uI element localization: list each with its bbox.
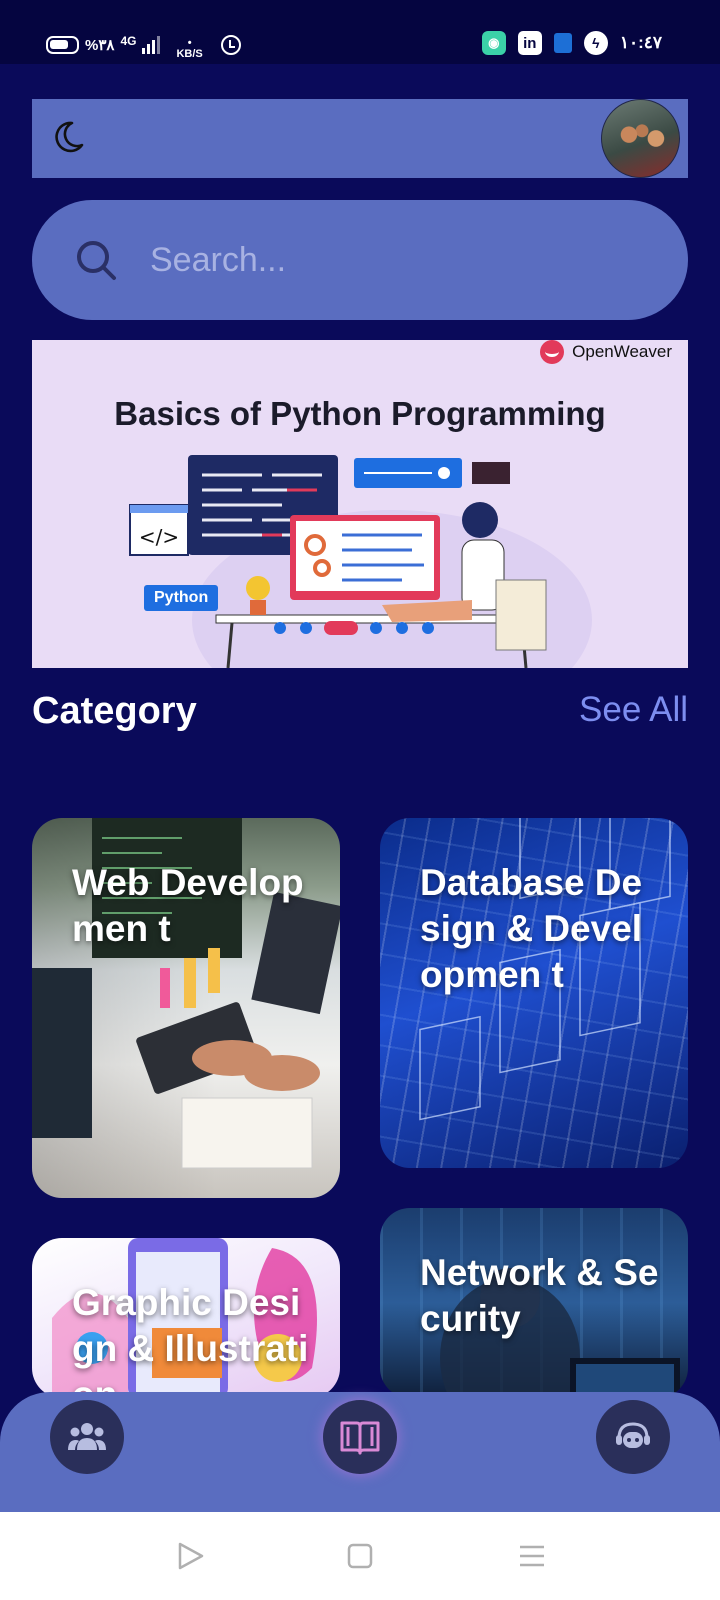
programming-illustration: </> (129, 455, 592, 668)
network-type: 4G (120, 34, 137, 48)
category-card-database[interactable]: Database Design & Developmen t (380, 818, 688, 1168)
status-left: %٣٨ 4G • KB/S (46, 30, 241, 60)
network-speed: • KB/S (176, 37, 203, 60)
community-icon (68, 1423, 106, 1450)
search-icon (77, 241, 116, 280)
community-button[interactable] (50, 1400, 124, 1474)
messenger-icon: ϟ (583, 31, 608, 55)
shield-app-icon (553, 33, 572, 53)
moon-icon[interactable] (50, 119, 86, 155)
category-label: Graphic Design & Illustration (72, 1282, 309, 1398)
battery-icon (46, 36, 79, 54)
linkedin-icon: in (517, 31, 542, 55)
search-input[interactable] (150, 232, 630, 288)
status-bar: %٣٨ 4G • KB/S ◉ in ϟ ١٠:٤٧ (0, 0, 720, 64)
python-badge: Python (144, 585, 219, 611)
alarm-icon (220, 35, 241, 55)
category-title: Category (32, 690, 197, 732)
clock: ١٠:٤٧ (619, 33, 662, 52)
openweaver-logo-icon (540, 340, 565, 364)
library-icon (340, 1421, 380, 1455)
back-icon[interactable] (174, 1540, 206, 1572)
menu-icon[interactable] (516, 1540, 548, 1572)
library-button[interactable] (323, 1400, 397, 1474)
chat-app-icon: ◉ (481, 31, 506, 55)
category-card-graphic-design[interactable]: Graphic Design & Illustration (32, 1238, 340, 1398)
status-right: ◉ in ϟ ١٠:٤٧ (481, 31, 662, 55)
search-bar[interactable] (32, 200, 688, 320)
category-label: Database Design & Developmen t (420, 862, 643, 995)
category-label: Web Developmen t (72, 862, 304, 949)
signal-icon (142, 36, 161, 54)
assistant-button[interactable] (596, 1400, 670, 1474)
banner-title: Basics of Python Programming (114, 395, 606, 432)
brand-name: OpenWeaver (572, 342, 672, 361)
promo-banner[interactable]: OpenWeaver Basics of Python Programming … (32, 340, 688, 668)
category-card-network-security[interactable]: Network & Security (380, 1208, 688, 1398)
header-bar (32, 99, 688, 178)
avatar[interactable] (601, 99, 680, 178)
code-tag-text: </> (139, 525, 179, 549)
brand-logo: OpenWeaver (540, 340, 672, 364)
see-all-link[interactable]: See All (579, 690, 688, 730)
bottom-nav (0, 1392, 720, 1512)
category-label: Network & Security (420, 1252, 659, 1339)
category-card-web-development[interactable]: Web Developmen t (32, 818, 340, 1198)
system-nav-bar (0, 1512, 720, 1600)
assistant-icon (616, 1422, 650, 1448)
home-icon[interactable] (344, 1540, 376, 1572)
battery-percent: %٣٨ (85, 37, 115, 54)
